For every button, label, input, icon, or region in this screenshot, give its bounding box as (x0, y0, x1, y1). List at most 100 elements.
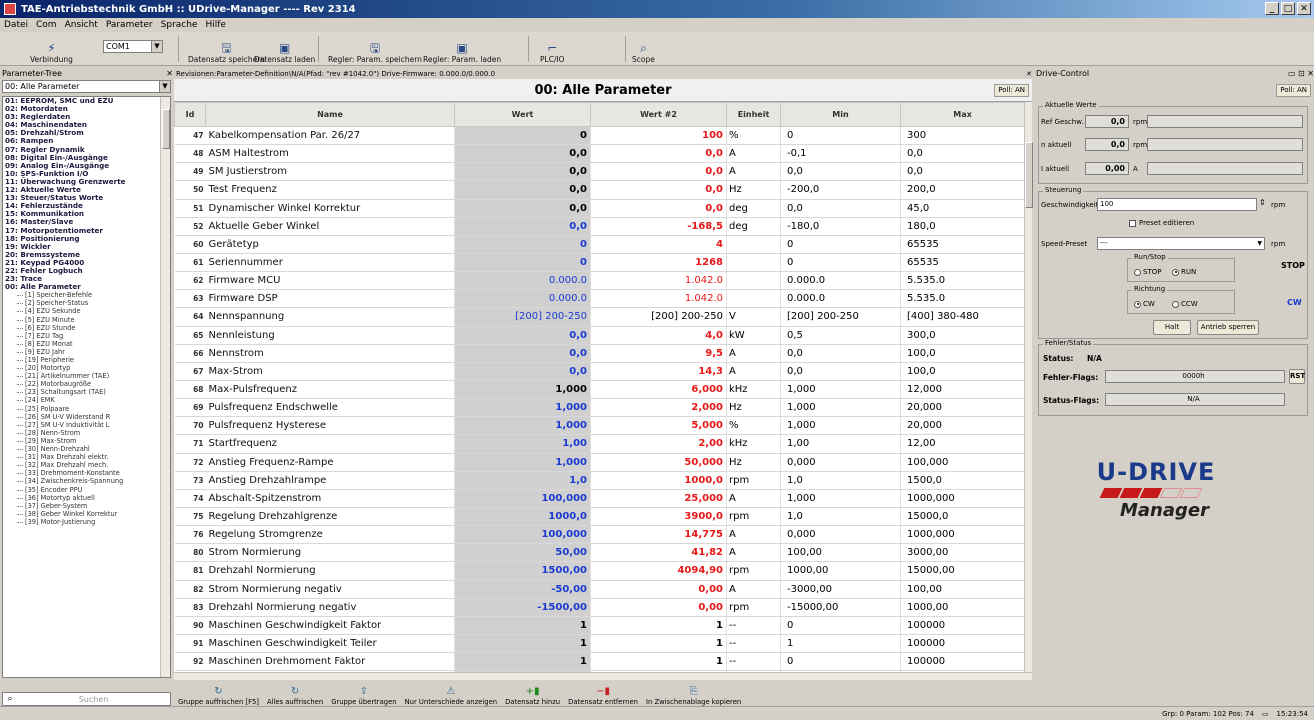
table-row[interactable]: 90 Maschinen Geschwindigkeit Faktor 1 1 -- 0 1… (174, 616, 1024, 635)
cell-value[interactable]: 0 (454, 235, 591, 254)
minimize-button[interactable]: _ (1265, 2, 1279, 15)
speed-input[interactable]: 100 (1097, 198, 1257, 211)
cell-value2[interactable]: 0,0 (590, 162, 727, 182)
search-input[interactable]: Suchen (17, 695, 170, 704)
cell-value[interactable]: 0,0 (454, 217, 591, 236)
speed-preset-select[interactable]: --- ▼ (1097, 237, 1265, 250)
col-unit[interactable]: Einheit (726, 102, 781, 127)
table-row[interactable]: 70 Pulsfrequenz Hysterese 1,000 5,000% 1,000… (174, 416, 1024, 436)
table-row[interactable]: 49 SM Justierstrom 0,0 0,0 A 0,0 0,0 (174, 162, 1024, 182)
refresh-all-button[interactable]: ↻ Alles auffrischen (263, 680, 327, 706)
cell-value[interactable]: 0,0 (454, 199, 591, 218)
tree-item[interactable]: [31] Max Drehzahl elektr. (3, 453, 170, 461)
run-radio[interactable]: RUN (1172, 268, 1196, 276)
tree-item[interactable]: [35] Encoder PPU (3, 486, 170, 494)
table-row[interactable]: 92 Maschinen Drehmoment Faktor 1 1 -- 0 100000 (174, 652, 1024, 672)
preset-edit-checkbox[interactable]: Preset editieren (1129, 219, 1194, 227)
cell-value2[interactable]: 1 (590, 652, 727, 672)
cell-value2[interactable]: 0,0 (590, 199, 727, 218)
tree-item[interactable]: [29] Max-Strom (3, 437, 170, 445)
cell-value[interactable]: 0,0 (454, 144, 591, 164)
copy-clipboard-button[interactable]: ⎘ In Zwischenablage kopieren (642, 680, 745, 706)
table-row[interactable]: 68 Max-Pulsfrequenz 1,000 6,000 kHz 1,000 12,0… (174, 380, 1024, 400)
cell-value[interactable]: 50,00 (454, 543, 591, 563)
cell-value[interactable]: 1 (454, 634, 591, 654)
com-port-select[interactable]: COM1 ▼ (103, 40, 163, 53)
cell-value[interactable]: 1 (454, 652, 591, 672)
tree-item[interactable]: [36] Motortyp aktuell (3, 494, 170, 502)
cell-value[interactable]: 0.000.0 (454, 289, 591, 309)
cell-value2[interactable]: 1268 (590, 253, 727, 273)
table-row[interactable]: 65 Nennleistung 0,0 4,0 kW 0,5 300,0 (174, 326, 1024, 345)
menu-datei[interactable]: Datei (4, 20, 28, 30)
cell-value2[interactable]: 0,00 (590, 598, 727, 617)
col-max[interactable]: Max (900, 102, 1024, 127)
plcio-button[interactable]: ⌐ PLC/IO (540, 34, 565, 64)
table-row[interactable]: 50 Test Frequenz 0,0 0,0 Hz -200,0 200,0 (174, 180, 1024, 200)
tree-item[interactable]: [22] Motorbaugröße (3, 380, 170, 388)
cell-value2[interactable]: 5,000 (590, 416, 727, 436)
show-differences-button[interactable]: ⚠ Nur Unterschiede anzeigen (401, 680, 502, 706)
tree-item[interactable]: [6] EZU Stunde (3, 324, 170, 332)
cell-value2[interactable]: 25,000 (590, 489, 727, 508)
tree-item[interactable]: [33] Drehmoment-Konstante (3, 469, 170, 477)
group-select[interactable]: 00: Alle Parameter ▼ (2, 80, 171, 93)
cell-value[interactable]: 1,0 (454, 471, 591, 490)
stop-radio[interactable]: STOP (1134, 268, 1161, 276)
controller-save-button[interactable]: 🖫 Regler: Param. speichern (328, 34, 422, 64)
table-row[interactable]: 61 Seriennummer 0 1268 0 65535 (174, 253, 1024, 273)
cell-value[interactable]: 0,0 (454, 162, 591, 182)
menu-com[interactable]: Com (36, 20, 57, 30)
table-row[interactable]: 80 Strom Normierung 50,00 41,82 A 100,00 3000,… (174, 543, 1024, 563)
cell-value2[interactable]: 0,0 (590, 180, 727, 200)
cell-value[interactable]: 1,000 (454, 380, 591, 400)
col-id[interactable]: Id (174, 102, 206, 127)
tree-item[interactable]: [2] Speicher-Status (3, 299, 170, 307)
tree-item[interactable]: [26] SM U-V Widerstand R (3, 413, 170, 421)
table-row[interactable]: 66 Nennstrom 0,0 9,5 A 0,0 100,0 (174, 344, 1024, 363)
tree-item[interactable]: [19] Peripherie (3, 356, 170, 364)
maximize-button[interactable]: □ (1281, 2, 1295, 15)
refresh-group-button[interactable]: ↻ Gruppe auffrischen [F5] (174, 680, 263, 706)
cell-value[interactable]: 0,0 (454, 326, 591, 345)
cell-value2[interactable]: 1 (590, 634, 727, 654)
lock-drive-button[interactable]: Antrieb sperren (1197, 320, 1259, 335)
cell-value[interactable]: [200] 200-250 (454, 307, 591, 327)
tree-item[interactable]: [4] EZU Sekunde (3, 307, 170, 315)
cell-value2[interactable]: 1000,0 (590, 471, 727, 490)
table-row[interactable]: 75 Regelung Drehzahlgrenze 1000,0 3900,0 rpm… (174, 507, 1024, 527)
add-dataset-button[interactable]: +▮ Datensatz hinzu (501, 680, 564, 706)
table-vscrollbar[interactable] (1024, 102, 1033, 672)
table-row[interactable]: 91 Maschinen Geschwindigkeit Teiler 1 1 -- 1 1… (174, 634, 1024, 654)
table-row[interactable]: 69 Pulsfrequenz Endschwelle 1,000 2,000 Hz 1,… (174, 398, 1024, 418)
remove-dataset-button[interactable]: −▮ Datensatz entfernen (564, 680, 642, 706)
cell-value[interactable]: 0,0 (454, 362, 591, 381)
panel-window-icons[interactable]: ▭ ⊡ ✕ (1288, 69, 1314, 78)
ccw-radio[interactable]: CCW (1172, 300, 1198, 308)
tree-item[interactable]: [28] Nenn-Strom (3, 429, 170, 437)
cell-value2[interactable]: 4094,90 (590, 561, 727, 581)
table-row[interactable]: 82 Strom Normierung negativ -50,00 0,00 A -30… (174, 580, 1024, 599)
cw-radio[interactable]: CW (1134, 300, 1155, 308)
col-min[interactable]: Min (780, 102, 901, 127)
cell-value2[interactable]: -168,5 (590, 217, 727, 236)
cell-value2[interactable]: 2,000 (590, 398, 727, 418)
tree-item[interactable]: [9] EZU Jahr (3, 348, 170, 356)
cell-value2[interactable]: 0,00 (590, 580, 727, 599)
table-row[interactable]: 63 Firmware DSP 0.000.0 1.042.0 0.000.0 5.535… (174, 289, 1024, 309)
cell-value2[interactable]: [200] 200-250 (590, 307, 727, 327)
cell-value[interactable]: -50,00 (454, 580, 591, 599)
tree-item[interactable]: [8] EZU Monat (3, 340, 170, 348)
cell-value[interactable]: 0 (454, 126, 591, 146)
tree-item[interactable]: [30] Nenn-Drehzahl (3, 445, 170, 453)
search-icon[interactable]: ⌕ (3, 694, 17, 704)
tree-group[interactable]: 00: Alle Parameter (3, 283, 170, 291)
cell-value2[interactable]: 1 (590, 616, 727, 635)
cell-value[interactable]: 1 (454, 616, 591, 635)
cell-value[interactable]: -1500,00 (454, 598, 591, 617)
tree-item[interactable]: [37] Geber-System (3, 502, 170, 510)
table-row[interactable]: 81 Drehzahl Normierung 1500,00 4094,90 rpm 10… (174, 561, 1024, 581)
table-row[interactable]: 76 Regelung Stromgrenze 100,000 14,775 A 0,00… (174, 525, 1024, 545)
cell-value2[interactable]: 0,0 (590, 144, 727, 164)
cell-value2[interactable]: 6,000 (590, 380, 727, 400)
